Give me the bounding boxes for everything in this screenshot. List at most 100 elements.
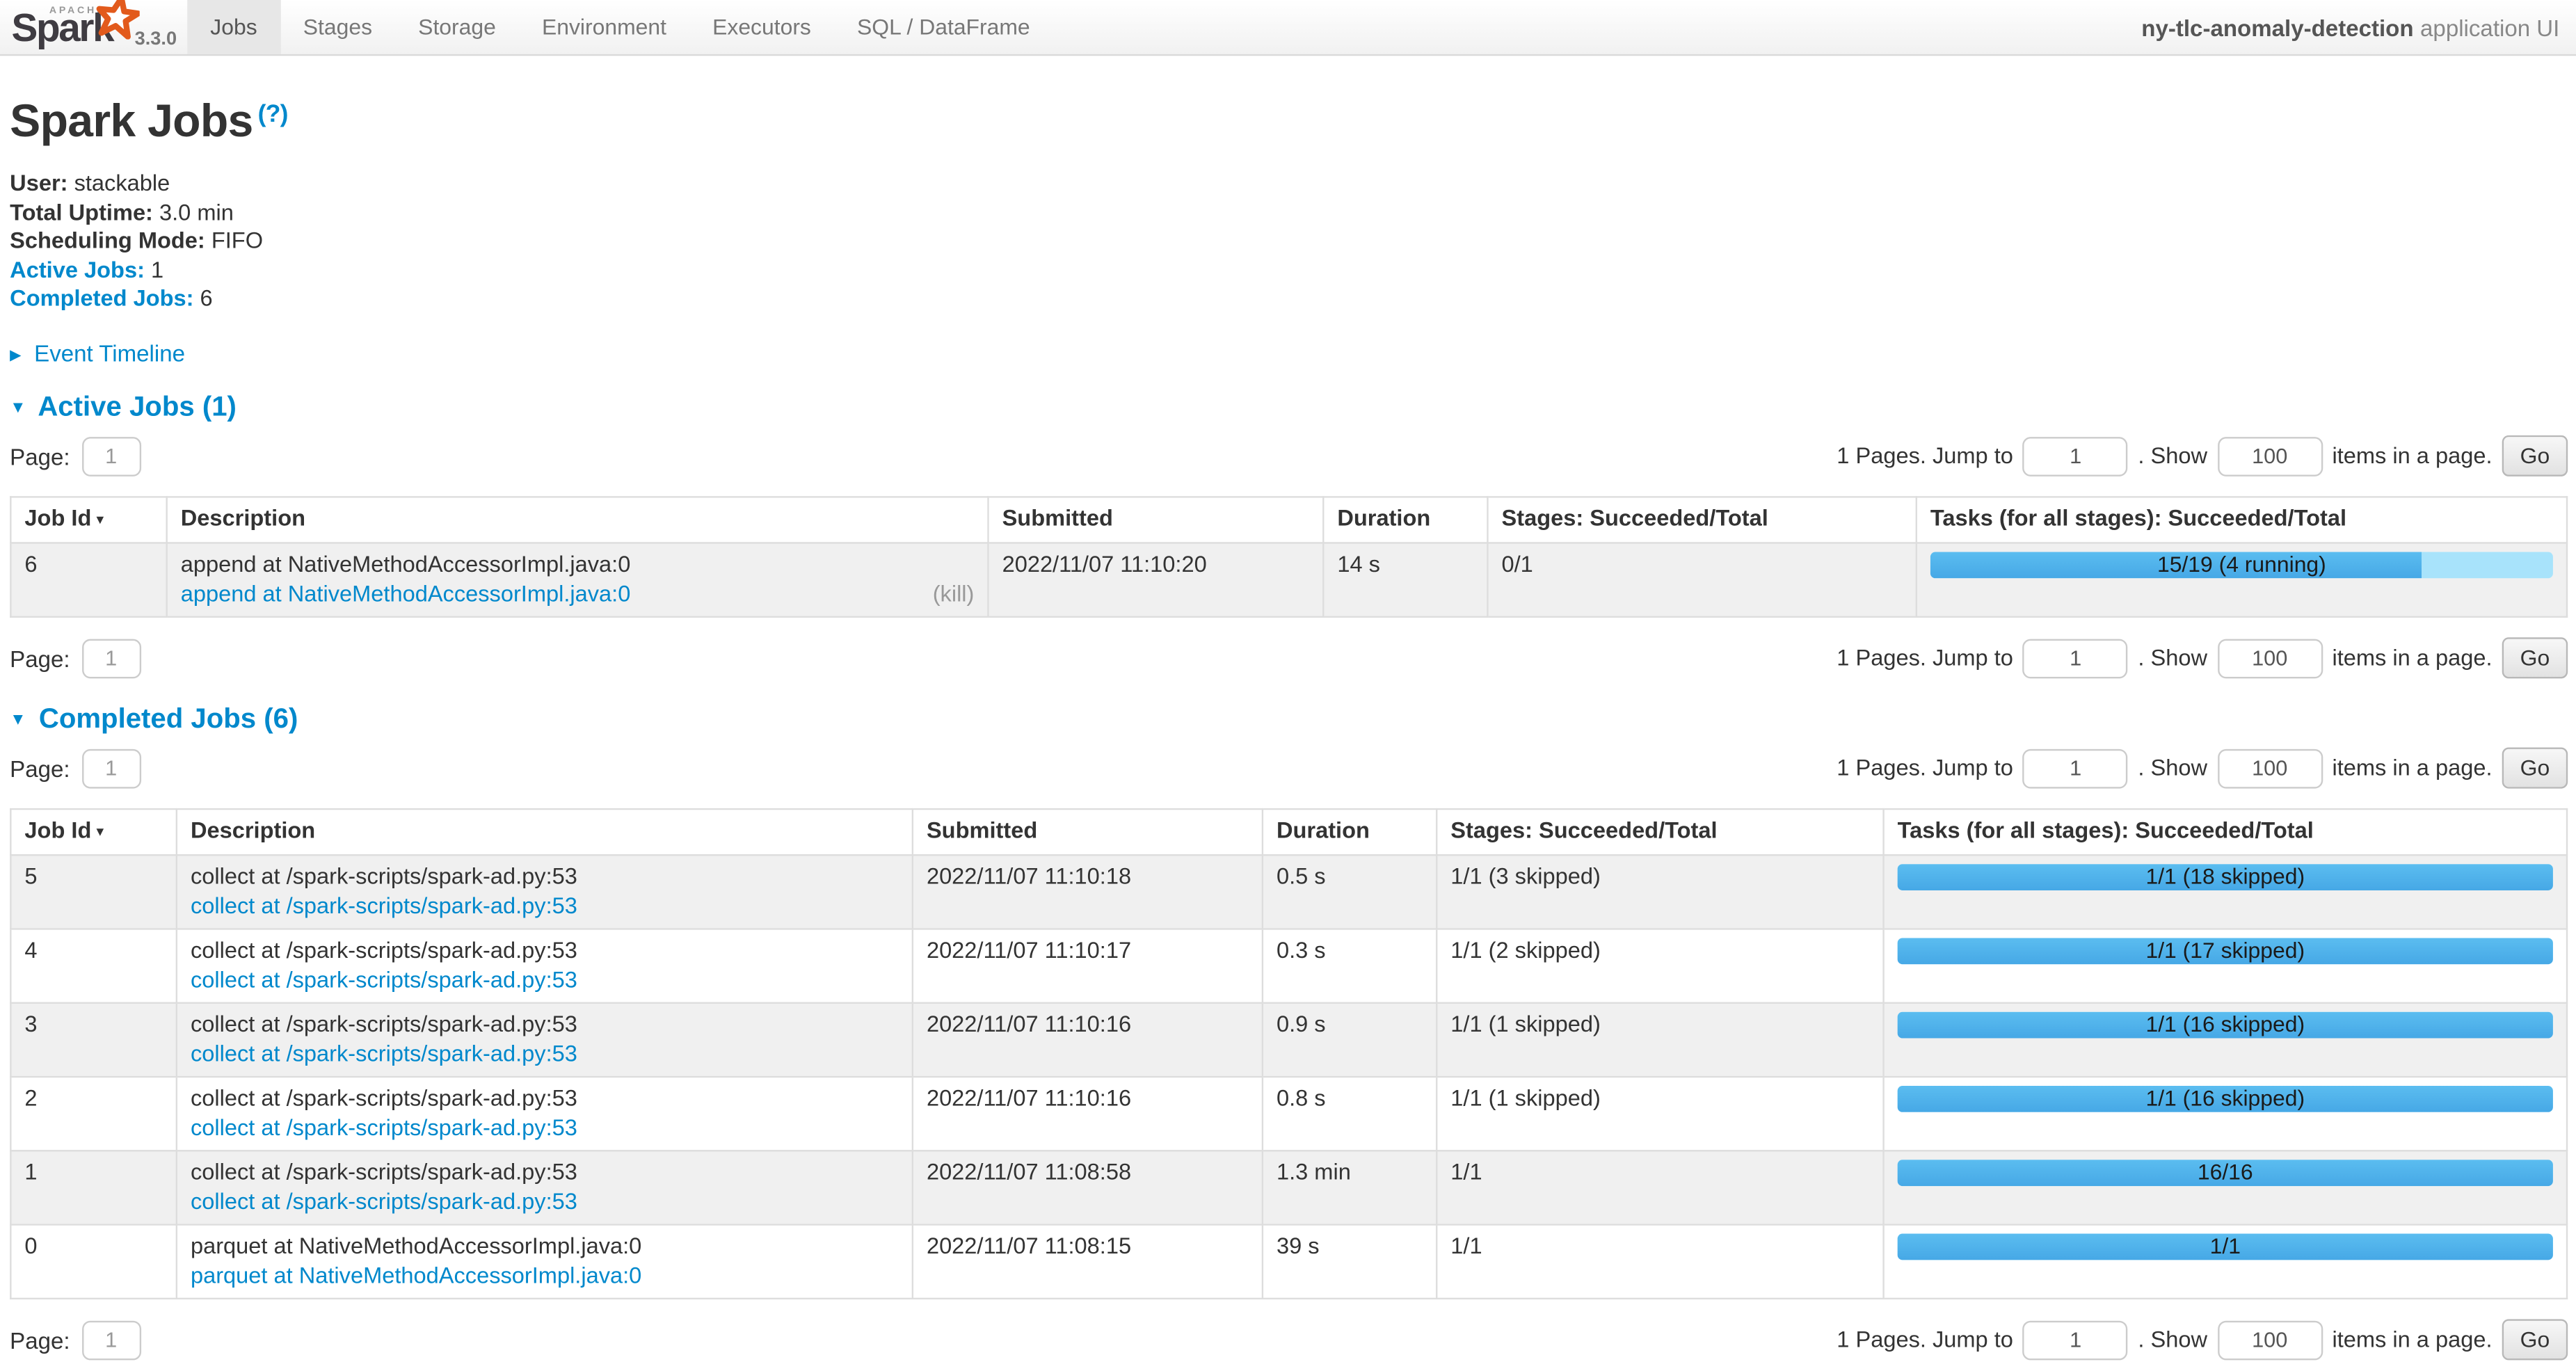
column-header-description[interactable]: Description [167,497,989,543]
page-number-input[interactable] [81,1321,141,1361]
jump-to-page-input[interactable] [2023,749,2128,789]
column-header-description[interactable]: Description [177,809,913,855]
job-submitted-cell: 2022/11/07 11:10:18 [913,855,1263,929]
task-progress-bar: 16/16 [1898,1160,2553,1186]
job-detail-link[interactable]: collect at /spark-scripts/spark-ad.py:53 [191,892,577,922]
summary-total-uptime-value: 3.0 min [159,200,234,224]
go-button[interactable]: Go [2502,638,2568,679]
job-detail-link[interactable]: parquet at NativeMethodAccessorImpl.java… [191,1262,641,1292]
tab-environment[interactable]: Environment [519,0,689,54]
summary-user-label: User: [10,171,67,195]
job-tasks-cell: 1/1 (16 skipped) [1884,1003,2567,1077]
jump-to-page-input[interactable] [2023,437,2128,476]
items-in-page-text: items in a page. [2332,444,2492,469]
show-items-input[interactable] [2217,749,2322,789]
page-label: Page: [10,755,70,782]
summary-completed-jobs-label[interactable]: Completed Jobs: [10,287,193,311]
job-detail-link[interactable]: collect at /spark-scripts/spark-ad.py:53 [191,966,577,996]
completed-jobs-heading[interactable]: ▼ Completed Jobs (6) [10,703,2568,736]
tab-storage[interactable]: Storage [395,0,519,54]
column-header-job-id[interactable]: Job Id▾ [10,809,177,855]
application-title: ny-tlc-anomaly-detection application UI [2141,0,2576,54]
summary-active-jobs-label[interactable]: Active Jobs: [10,257,145,282]
go-button[interactable]: Go [2502,436,2568,477]
items-in-page-text: items in a page. [2332,1328,2492,1352]
show-items-input[interactable] [2217,1321,2322,1361]
column-header-submitted[interactable]: Submitted [989,497,1324,543]
task-progress-bar: 15/19 (4 running) [1930,552,2553,578]
column-header-label: Stages: Succeeded/Total [1450,818,1717,842]
show-text: . Show [2138,756,2207,780]
job-description-cell: collect at /spark-scripts/spark-ad.py:53… [177,1151,913,1224]
page-number-input[interactable] [81,749,141,789]
spark-star-icon [95,0,140,40]
go-button[interactable]: Go [2502,1320,2568,1361]
column-header-stages-succeeded-total[interactable]: Stages: Succeeded/Total [1487,497,1916,543]
page-title: Spark Jobs(?) [10,95,2568,148]
sort-desc-icon: ▾ [96,823,104,840]
job-duration-cell: 0.3 s [1263,929,1437,1002]
task-progress-label: 1/1 (18 skipped) [1898,864,2553,890]
pagination-bar: Page: 1 Pages. Jump to . Show items in a… [10,1319,2568,1361]
spark-ui-page: APACHE Spark 3.3.0 JobsStagesStorageEnvi… [0,0,2576,1349]
jump-to-page-input[interactable] [2023,1321,2128,1361]
help-link[interactable]: (?) [258,100,288,128]
task-progress-label: 15/19 (4 running) [1930,552,2553,578]
job-detail-link[interactable]: append at NativeMethodAccessorImpl.java:… [181,580,631,610]
show-items-input[interactable] [2217,639,2322,679]
column-header-tasks-for-all-stages-succeeded-total[interactable]: Tasks (for all stages): Succeeded/Total [1917,497,2567,543]
column-header-tasks-for-all-stages-succeeded-total[interactable]: Tasks (for all stages): Succeeded/Total [1884,809,2567,855]
job-duration-cell: 39 s [1263,1224,1437,1298]
tab-stages[interactable]: Stages [280,0,395,54]
column-header-submitted[interactable]: Submitted [913,809,1263,855]
event-timeline-toggle[interactable]: ▶ Event Timeline [10,340,2568,367]
tab-sql-dataframe[interactable]: SQL / DataFrame [834,0,1053,54]
expand-arrow-icon: ▶ [10,346,21,363]
job-description-cell: append at NativeMethodAccessorImpl.java:… [167,543,989,616]
jump-to-page-input[interactable] [2023,639,2128,679]
pagination-bar: Page: 1 Pages. Jump to . Show items in a… [10,435,2568,478]
application-ui-label: application UI [2420,14,2559,40]
job-detail-link[interactable]: collect at /spark-scripts/spark-ad.py:53 [191,1114,577,1144]
column-header-duration[interactable]: Duration [1323,497,1487,543]
pages-count-text: 1 Pages. Jump to [1837,1328,2013,1352]
kill-link[interactable]: (kill) [933,580,975,610]
page-number-input[interactable] [81,437,141,476]
task-progress-label: 16/16 [1898,1160,2553,1186]
job-tasks-cell: 15/19 (4 running) [1917,543,2567,616]
nav-tabs: JobsStagesStorageEnvironmentExecutorsSQL… [187,0,1053,54]
completed-jobs-table: Job Id▾DescriptionSubmittedDuration Stage… [10,808,2568,1299]
job-tasks-cell: 1/1 (16 skipped) [1884,1077,2567,1151]
job-tasks-cell: 1/1 [1884,1224,2567,1298]
job-detail-link[interactable]: collect at /spark-scripts/spark-ad.py:53 [191,1040,577,1070]
job-stages-cell: 1/1 (3 skipped) [1437,855,1883,929]
column-header-duration[interactable]: Duration [1263,809,1437,855]
job-description: collect at /spark-scripts/spark-ad.py:53 [191,1010,899,1040]
tab-jobs[interactable]: Jobs [187,0,280,54]
column-header-label: Description [181,506,305,530]
show-items-input[interactable] [2217,437,2322,476]
application-name: ny-tlc-anomaly-detection [2141,14,2413,40]
spark-version: 3.3.0 [135,30,177,49]
show-text: . Show [2138,444,2207,469]
active-jobs-heading[interactable]: ▼ Active Jobs (1) [10,391,2568,424]
task-progress-bar: 1/1 (18 skipped) [1898,864,2553,890]
show-text: . Show [2138,1328,2207,1352]
completed-jobs-heading-text: Completed Jobs (6) [39,703,298,735]
go-button[interactable]: Go [2502,748,2568,790]
task-progress-bar: 1/1 (17 skipped) [1898,938,2553,964]
job-submitted-cell: 2022/11/07 11:08:15 [913,1224,1263,1298]
column-header-label: Job Id [24,506,91,530]
column-header-stages-succeeded-total[interactable]: Stages: Succeeded/Total [1437,809,1883,855]
job-stages-cell: 1/1 (1 skipped) [1437,1003,1883,1077]
page-label: Page: [10,1327,70,1354]
navbar: APACHE Spark 3.3.0 JobsStagesStorageEnvi… [0,0,2576,56]
column-header-job-id[interactable]: Job Id▾ [10,497,166,543]
spark-logo[interactable]: APACHE Spark 3.3.0 [0,0,171,54]
page-number-input[interactable] [81,639,141,679]
tab-executors[interactable]: Executors [689,0,834,54]
column-header-label: Submitted [1002,506,1113,530]
job-detail-link[interactable]: collect at /spark-scripts/spark-ad.py:53 [191,1187,577,1217]
summary-scheduling-mode-label: Scheduling Mode: [10,229,205,253]
job-row: 1collect at /spark-scripts/spark-ad.py:5… [10,1151,2567,1224]
